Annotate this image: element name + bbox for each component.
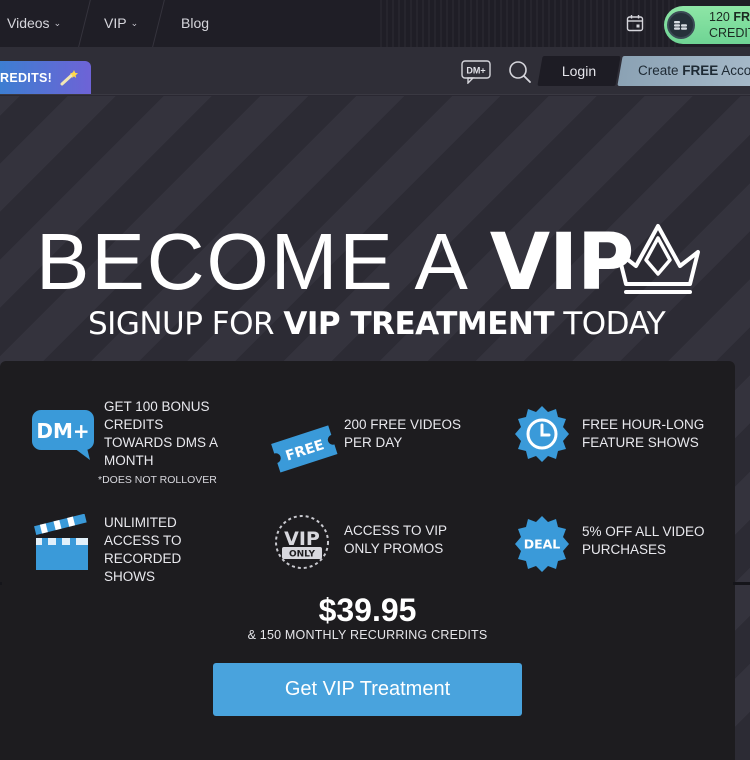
feature-hour-shows: FREE HOUR-LONG FEATURE SHOWS bbox=[508, 402, 707, 466]
feature-free-videos: FREE 200 FREE VIDEOS PER DAY bbox=[270, 416, 484, 480]
feature-dm-credits: DM+ GET 100 BONUS CREDITS TOWARDS DMS A … bbox=[30, 398, 229, 489]
credits-promo-tab[interactable]: REDITS! bbox=[0, 61, 91, 94]
nav-item-videos[interactable]: Videos ⌄ bbox=[7, 15, 61, 31]
nav-item-label: Blog bbox=[181, 15, 210, 31]
feature-text: FREE HOUR-LONG FEATURE SHOWS bbox=[582, 417, 705, 450]
search-icon[interactable] bbox=[508, 60, 532, 84]
vip-only-badge-icon: VIP ONLY bbox=[275, 515, 329, 569]
feature-text: 200 FREE VIDEOS PER DAY bbox=[344, 417, 462, 450]
feature-text: 5% OFF ALL VIDEO PURCHASES bbox=[582, 524, 705, 557]
feature-vip-promos: VIP ONLY ACCESS TO VIP ONLY PROMOS bbox=[270, 510, 484, 574]
get-vip-treatment-button[interactable]: Get VIP Treatment bbox=[213, 663, 522, 716]
free-credits-button[interactable]: 120 FRE CREDIT bbox=[664, 6, 750, 44]
svg-text:DM+: DM+ bbox=[466, 66, 485, 76]
nav-item-label: Videos bbox=[7, 15, 50, 31]
svg-text:DEAL: DEAL bbox=[524, 537, 561, 552]
card-divider bbox=[733, 582, 750, 585]
dm-plus-icon: DM+ bbox=[32, 410, 94, 460]
hero-title: BECOME A VIP bbox=[36, 217, 634, 308]
deal-badge-icon: DEAL bbox=[515, 516, 569, 572]
svg-text:DM+: DM+ bbox=[36, 419, 89, 443]
top-navigation: Videos ⌄ VIP ⌄ Blog 120 FRE CREDIT bbox=[0, 0, 750, 47]
feature-text: ACCESS TO VIP ONLY PROMOS bbox=[344, 523, 447, 556]
create-free-account-button[interactable]: Create FREE Accou bbox=[638, 56, 750, 86]
dm-plus-icon[interactable]: DM+ bbox=[461, 60, 491, 84]
card-divider bbox=[0, 582, 2, 585]
feature-text: UNLIMITED ACCESS TO RECORDED SHOWS bbox=[104, 515, 182, 584]
login-button[interactable]: Login bbox=[540, 56, 618, 86]
nav-item-blog[interactable]: Blog bbox=[181, 15, 209, 31]
coins-icon bbox=[667, 11, 695, 39]
calendar-icon[interactable] bbox=[626, 14, 644, 32]
nav-divider bbox=[152, 0, 165, 47]
promo-label: REDITS! bbox=[0, 70, 53, 85]
svg-text:VIP: VIP bbox=[284, 528, 320, 550]
nav-item-label: VIP bbox=[104, 15, 127, 31]
chevron-down-icon: ⌄ bbox=[130, 17, 139, 28]
feature-deal-discount: DEAL 5% OFF ALL VIDEO PURCHASES bbox=[508, 512, 707, 576]
nav-divider bbox=[78, 0, 91, 47]
credits-text: 120 FRE CREDIT bbox=[709, 10, 750, 40]
magic-wand-icon bbox=[60, 69, 79, 85]
clapperboard-icon bbox=[34, 514, 88, 570]
feature-recorded-shows: UNLIMITED ACCESS TO RECORDED SHOWS bbox=[30, 514, 234, 586]
hero-subtitle: SIGNUP FOR VIP TREATMENT TODAY bbox=[88, 306, 666, 342]
vip-price: $39.95 bbox=[318, 592, 417, 628]
chevron-down-icon: ⌄ bbox=[53, 17, 62, 28]
price-subtitle: & 150 MONTHLY RECURRING CREDITS bbox=[247, 628, 488, 642]
svg-text:ONLY: ONLY bbox=[289, 550, 316, 560]
clock-badge-icon bbox=[515, 406, 569, 462]
free-ticket-icon: FREE bbox=[271, 425, 338, 473]
feature-note: *DOES NOT ROLLOVER bbox=[98, 474, 217, 486]
crown-icon bbox=[616, 224, 700, 294]
feature-text: GET 100 BONUS CREDITS TOWARDS DMS A MONT… bbox=[104, 399, 218, 468]
nav-item-vip[interactable]: VIP ⌄ bbox=[104, 15, 138, 31]
